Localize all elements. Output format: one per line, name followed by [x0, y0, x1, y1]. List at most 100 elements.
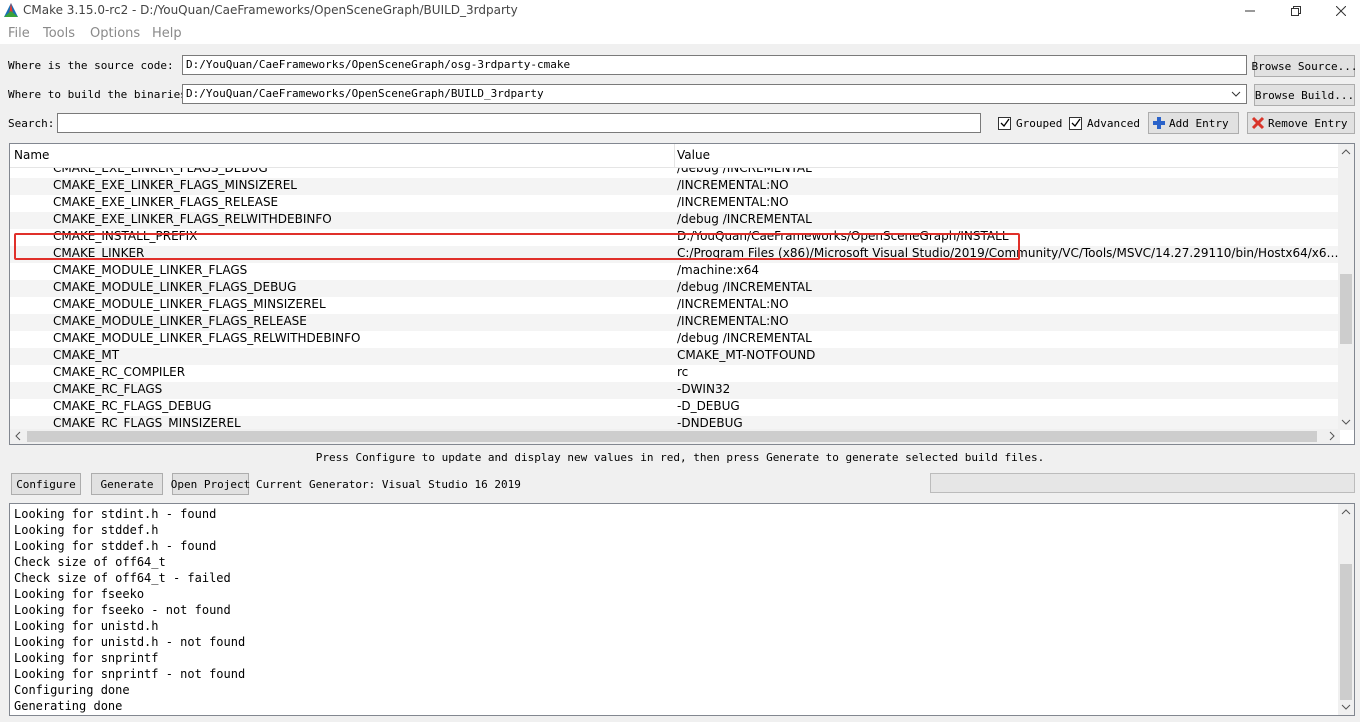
menu-options[interactable]: Options	[90, 26, 140, 41]
table-horizontal-scrollbar[interactable]	[10, 429, 1340, 444]
scroll-left-icon[interactable]	[12, 430, 24, 442]
table-row[interactable]: CMAKE_MODULE_LINKER_FLAGS_RELWITHDEBINFO…	[10, 331, 1340, 348]
table-row[interactable]: CMAKE_RC_COMPILER rc	[10, 365, 1340, 382]
table-header: Name Value	[10, 144, 1340, 168]
log-line: Check size of off64_t	[14, 555, 166, 569]
table-horizontal-thumb[interactable]	[27, 431, 1317, 442]
log-line: Looking for stddef.h	[14, 523, 159, 537]
cell-value[interactable]: -DNDEBUG	[677, 416, 1340, 430]
search-input[interactable]	[57, 113, 981, 133]
remove-entry-button[interactable]: Remove Entry	[1247, 112, 1355, 134]
cache-table[interactable]: Name Value CMAKE_EXE_LINKER_FLAGS_DEBUG /…	[9, 143, 1355, 445]
cell-name: CMAKE_EXE_LINKER_FLAGS_MINSIZEREL	[53, 178, 297, 192]
scroll-up-icon[interactable]	[1340, 146, 1352, 158]
table-row[interactable]: CMAKE_MODULE_LINKER_FLAGS_RELEASE/INCREM…	[10, 314, 1340, 331]
add-entry-button[interactable]: Add Entry	[1148, 112, 1239, 134]
check-icon	[1000, 118, 1010, 128]
cell-value[interactable]: /debug /INCREMENTAL	[677, 331, 1340, 345]
scroll-up-icon[interactable]	[1340, 506, 1352, 518]
cell-value[interactable]: rc	[677, 365, 1340, 379]
log-line: Looking for snprintf - not found	[14, 667, 246, 681]
open-project-button[interactable]: Open Project	[171, 473, 250, 495]
column-header-name[interactable]: Name	[14, 148, 49, 162]
column-header-value[interactable]: Value	[677, 148, 710, 162]
menu-file[interactable]: File	[8, 26, 30, 41]
configure-button[interactable]: Configure	[11, 473, 81, 495]
source-path-input[interactable]: D:/YouQuan/CaeFrameworks/OpenSceneGraph/…	[182, 55, 1247, 75]
log-lines: Looking for stdint.h - found Looking for …	[14, 506, 245, 714]
cell-name: CMAKE_EXE_LINKER_FLAGS_DEBUG	[53, 168, 268, 175]
cell-name: CMAKE_RC_FLAGS	[53, 382, 163, 396]
table-row[interactable]: CMAKE_EXE_LINKER_FLAGS_RELEASE/INCREMENT…	[10, 195, 1340, 212]
log-vertical-thumb[interactable]	[1340, 564, 1352, 700]
cell-name: CMAKE_MODULE_LINKER_FLAGS_RELEASE	[53, 314, 307, 328]
cell-value[interactable]: /debug /INCREMENTAL	[677, 280, 1340, 294]
scroll-right-icon[interactable]	[1326, 430, 1338, 442]
log-line: Looking for unistd.h - not found	[14, 635, 246, 649]
grouped-label: Grouped	[1016, 116, 1063, 130]
cell-value[interactable]: CMAKE_MT-NOTFOUND	[677, 348, 1340, 362]
table-row[interactable]: CMAKE_MODULE_LINKER_FLAGS_MINSIZEREL/INC…	[10, 297, 1340, 314]
close-button[interactable]	[1318, 0, 1360, 22]
scroll-down-icon[interactable]	[1340, 701, 1352, 713]
highlight-box	[14, 233, 1020, 260]
cell-value[interactable]: /debug /INCREMENTAL	[677, 212, 1340, 226]
advanced-label: Advanced	[1087, 116, 1140, 130]
log-vertical-scrollbar[interactable]	[1338, 504, 1354, 715]
table-row[interactable]: CMAKE_RC_FLAGS -DWIN32	[10, 382, 1340, 399]
search-label: Search:	[8, 117, 55, 130]
table-row[interactable]: CMAKE_EXE_LINKER_FLAGS_RELWITHDEBINFO/de…	[10, 212, 1340, 229]
table-row[interactable]: CMAKE_RC_FLAGS_DEBUG -D_DEBUG	[10, 399, 1340, 416]
cell-value[interactable]: -D_DEBUG	[677, 399, 1340, 413]
browse-build-button[interactable]: Browse Build...	[1254, 84, 1355, 106]
table-vertical-scrollbar[interactable]	[1338, 144, 1354, 430]
table-row[interactable]: CMAKE_MODULE_LINKER_FLAGS/machine:x64	[10, 263, 1340, 280]
table-row[interactable]: CMAKE_RC_FLAGS_MINSIZEREL -DNDEBUG	[10, 416, 1340, 430]
maximize-button[interactable]	[1273, 0, 1319, 22]
cell-value[interactable]: /INCREMENTAL:NO	[677, 178, 1340, 192]
cell-name: CMAKE_MT	[53, 348, 120, 362]
current-generator: Current Generator: Visual Studio 16 2019	[256, 478, 521, 491]
plus-icon	[1153, 117, 1165, 129]
generate-button[interactable]: Generate	[91, 473, 163, 495]
column-divider[interactable]	[674, 144, 675, 168]
restore-icon	[1291, 6, 1301, 16]
log-line: Check size of off64_t - failed	[14, 571, 231, 585]
menu-tools[interactable]: Tools	[43, 26, 75, 41]
output-log[interactable]: Looking for stdint.h - found Looking for …	[9, 503, 1355, 716]
cell-name: CMAKE_EXE_LINKER_FLAGS_RELWITHDEBINFO	[53, 212, 332, 226]
table-row[interactable]: CMAKE_EXE_LINKER_FLAGS_DEBUG/debug /INCR…	[10, 168, 1340, 178]
cell-name: CMAKE_RC_FLAGS_DEBUG	[53, 399, 212, 413]
table-rows: CMAKE_EXE_LINKER_FLAGS_DEBUG/debug /INCR…	[10, 168, 1340, 430]
cell-value[interactable]: /INCREMENTAL:NO	[677, 195, 1340, 209]
title-bar: CMake 3.15.0-rc2 - D:/YouQuan/CaeFramewo…	[0, 0, 1360, 22]
table-row[interactable]: CMAKE_MODULE_LINKER_FLAGS_DEBUG/debug /I…	[10, 280, 1340, 297]
advanced-check[interactable]	[1069, 116, 1082, 130]
source-label: Where is the source code:	[8, 59, 174, 72]
table-vertical-thumb[interactable]	[1340, 274, 1352, 344]
cell-value[interactable]: /INCREMENTAL:NO	[677, 297, 1340, 311]
grouped-checkbox[interactable]: Grouped	[998, 115, 1062, 131]
scroll-down-icon[interactable]	[1340, 416, 1352, 428]
check-icon	[1071, 118, 1081, 128]
cell-value[interactable]: /debug /INCREMENTAL	[677, 168, 1340, 175]
menu-help[interactable]: Help	[152, 26, 182, 41]
cell-name: CMAKE_EXE_LINKER_FLAGS_RELEASE	[53, 195, 279, 209]
cell-value[interactable]: /INCREMENTAL:NO	[677, 314, 1340, 328]
advanced-checkbox[interactable]: Advanced	[1069, 115, 1140, 131]
cell-name: CMAKE_MODULE_LINKER_FLAGS_DEBUG	[53, 280, 297, 294]
table-row[interactable]: CMAKE_EXE_LINKER_FLAGS_MINSIZEREL/INCREM…	[10, 178, 1340, 195]
progress-bar	[930, 473, 1355, 493]
minimize-button[interactable]	[1227, 0, 1273, 22]
log-line: Looking for fseeko	[14, 587, 145, 601]
cell-value[interactable]: -DWIN32	[677, 382, 1340, 396]
log-line: Configuring done	[14, 683, 130, 697]
build-path-combo[interactable]: D:/YouQuan/CaeFrameworks/OpenSceneGraph/…	[182, 84, 1247, 104]
cell-value[interactable]: /machine:x64	[677, 263, 1340, 277]
browse-source-button[interactable]: Browse Source...	[1252, 55, 1357, 77]
remove-entry-label: Remove Entry	[1268, 116, 1348, 130]
remove-icon	[1251, 116, 1265, 130]
window-title: CMake 3.15.0-rc2 - D:/YouQuan/CaeFramewo…	[23, 3, 518, 17]
grouped-check[interactable]	[998, 116, 1011, 130]
table-row[interactable]: CMAKE_MT CMAKE_MT-NOTFOUND	[10, 348, 1340, 365]
